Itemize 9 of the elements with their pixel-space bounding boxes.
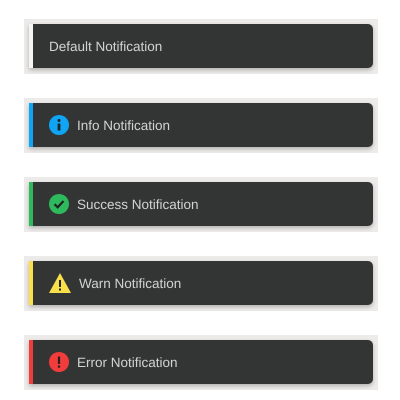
notification-text: Success Notification <box>77 196 199 212</box>
notification-text: Warn Notification <box>79 276 182 290</box>
notification-text: Error Notification <box>77 354 178 370</box>
warning-icon <box>49 273 71 293</box>
check-circle-icon <box>49 194 69 214</box>
notification-text: Default Notification <box>49 38 162 54</box>
info-icon <box>49 115 69 135</box>
error-icon <box>49 352 69 372</box>
notification-text: Info Notification <box>77 118 170 132</box>
